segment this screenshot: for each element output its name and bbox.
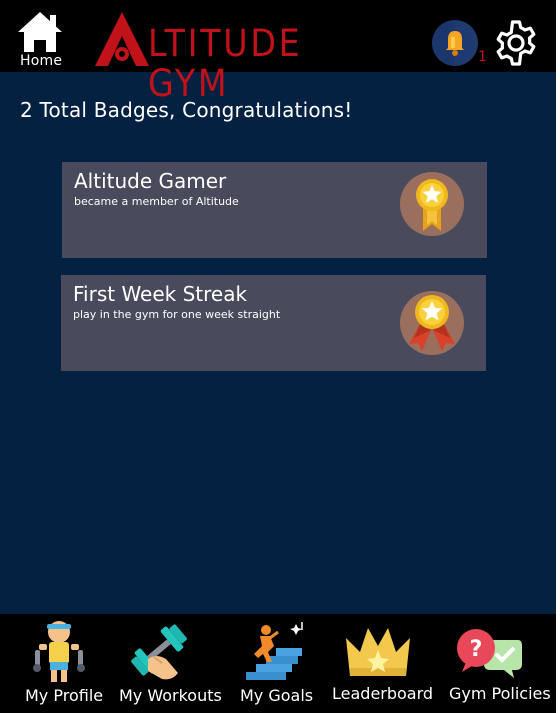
badge-description: became a member of Altitude	[74, 195, 239, 208]
nav-my-profile[interactable]: My Profile	[14, 614, 108, 713]
logo-text: LTITUDE GYM	[148, 22, 303, 105]
badge-card[interactable]: First Week Streak play in the gym for on…	[61, 275, 486, 371]
bell-icon	[432, 20, 478, 66]
nav-label: My Profile	[25, 686, 104, 705]
nav-leaderboard[interactable]: Leaderboard	[328, 614, 433, 713]
medal-red-ribbon-icon	[400, 291, 464, 355]
nav-my-workouts[interactable]: My Workouts	[114, 614, 222, 713]
home-label: Home	[20, 53, 63, 69]
settings-button[interactable]	[492, 19, 540, 67]
nav-gym-policies[interactable]: ? Gym Policies	[444, 614, 551, 713]
home-button[interactable]: Home	[14, 8, 66, 72]
badge-title: Altitude Gamer	[74, 169, 227, 193]
nav-label: My Workouts	[119, 686, 222, 705]
badge-title: First Week Streak	[73, 282, 248, 306]
svg-text:?: ?	[470, 637, 483, 662]
window-edge	[556, 0, 560, 713]
notification-count: 1	[478, 49, 487, 65]
badge-summary: 2 Total Badges, Congratulations!	[20, 98, 353, 122]
badge-card[interactable]: Altitude Gamer became a member of Altitu…	[62, 162, 487, 258]
dumbbell-icon	[131, 624, 187, 680]
top-bar: Home LTITUDE GYM 1	[0, 0, 556, 104]
medal-gold-ribbon-icon	[400, 172, 464, 236]
goals-stairs-icon	[246, 622, 303, 680]
profile-icon	[33, 621, 85, 682]
nav-label: Leaderboard	[332, 684, 434, 703]
nav-my-goals[interactable]: My Goals	[228, 614, 316, 713]
nav-label: My Goals	[240, 686, 314, 705]
policies-icon: ?	[457, 629, 522, 678]
gear-icon	[496, 20, 536, 66]
home-icon	[18, 12, 62, 52]
altitude-gym-logo: LTITUDE GYM	[92, 10, 402, 104]
badge-description: play in the gym for one week straight	[73, 308, 281, 321]
crown-icon	[346, 628, 410, 676]
logo-a-mark-icon	[95, 12, 149, 66]
notifications-button[interactable]	[432, 20, 478, 66]
bottom-navigation: My Profile My Workouts My Goals Leaderbo…	[0, 614, 556, 713]
nav-label: Gym Policies	[449, 684, 551, 703]
